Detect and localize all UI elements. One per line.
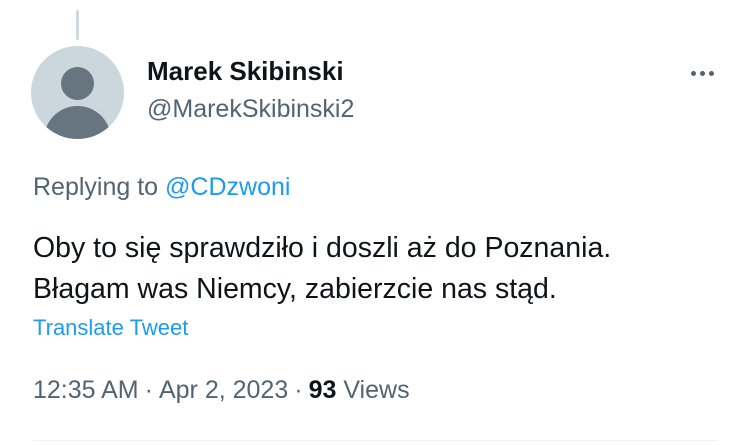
tweet-time-link[interactable]: 12:35 AM [33,376,139,404]
tweet-meta: 12:35 AM · Apr 2, 2023 · 93 Views [33,376,410,405]
avatar-shoulders [44,106,111,139]
divider [33,440,717,441]
tweet-date-link[interactable]: Apr 2, 2023 [159,376,288,404]
tweet-text: Oby to się sprawdziło i doszli aż do Poz… [33,228,611,310]
avatar[interactable] [31,46,124,139]
meta-separator: · [294,376,303,404]
meta-separator: · [144,376,153,404]
replying-to: Replying to @CDzwoni [33,173,290,202]
replying-to-mention-link[interactable]: @CDzwoni [165,173,290,201]
tweet-text-line: Błagam was Niemcy, zabierzcie nas stąd. [33,273,557,305]
views-count: 93 [308,376,337,404]
author-handle[interactable]: @MarekSkibinski2 [147,95,354,124]
translate-tweet-link[interactable]: Translate Tweet [33,315,188,341]
thread-connector-line [76,10,79,40]
views-group[interactable]: 93 Views [309,376,410,404]
author-display-name[interactable]: Marek Skibinski [147,56,344,87]
views-label: Views [343,376,410,404]
replying-to-label: Replying to [33,173,159,201]
more-options-button[interactable] [682,58,722,88]
default-profile-avatar-icon [61,67,94,100]
tweet-text-line: Oby to się sprawdziło i doszli aż do Poz… [33,232,612,264]
more-horizontal-icon-dot [708,70,714,76]
more-horizontal-icon-dot [699,70,705,76]
more-horizontal-icon [690,70,696,76]
